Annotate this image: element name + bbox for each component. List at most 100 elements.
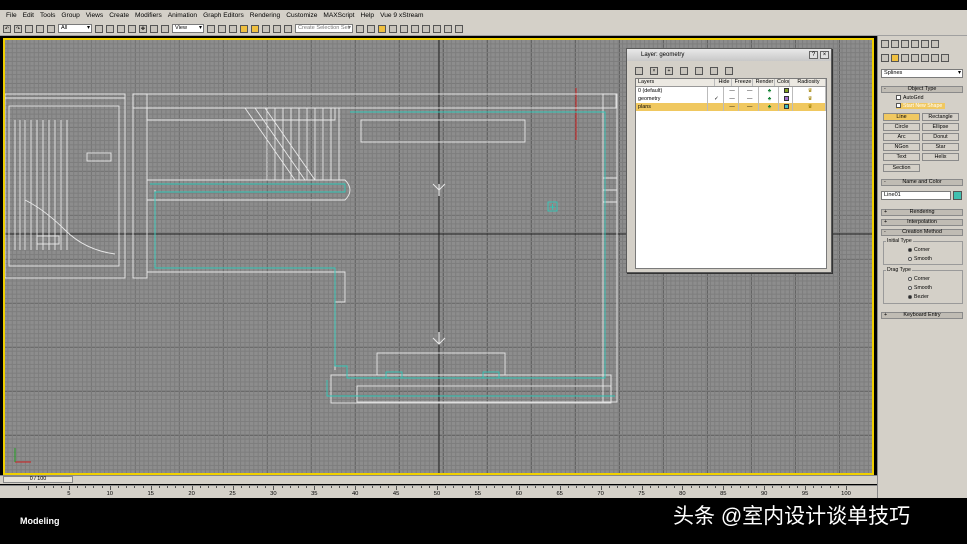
keyboard-shortcut-icon[interactable] — [229, 24, 237, 33]
select-by-name-icon[interactable] — [106, 24, 114, 33]
timeline-bar[interactable] — [0, 475, 877, 484]
motion-tab-icon[interactable] — [911, 40, 919, 48]
menu-item-rendering[interactable]: Rendering — [247, 10, 283, 22]
col-radiosity[interactable]: Radiosity — [790, 79, 826, 86]
schematic-view-icon[interactable] — [411, 24, 419, 33]
layer-color[interactable] — [779, 87, 794, 95]
snap-toggle-icon[interactable] — [240, 24, 248, 33]
render-setup-icon[interactable] — [433, 24, 441, 33]
menu-item-graph-editors[interactable]: Graph Editors — [200, 10, 247, 22]
ellipse-button[interactable]: Ellipse — [922, 123, 959, 131]
create-layer-icon[interactable] — [635, 67, 643, 75]
geometry-icon[interactable] — [881, 54, 889, 62]
menu-item-animation[interactable]: Animation — [165, 10, 200, 22]
start-new-shape-checkbox[interactable]: Start New Shape — [896, 103, 946, 109]
layer-row[interactable]: 0 (default) — — ♣ ♛ — [636, 87, 826, 95]
menu-item-create[interactable]: Create — [106, 10, 132, 22]
star-button[interactable]: Star — [922, 143, 959, 151]
modify-tab-icon[interactable] — [891, 40, 899, 48]
col-layers[interactable]: Layers — [636, 79, 715, 86]
arc-button[interactable]: Arc — [883, 133, 920, 141]
layer-color[interactable] — [779, 95, 794, 103]
rotate-icon[interactable] — [150, 24, 158, 33]
region-select-icon[interactable] — [117, 24, 125, 33]
menu-item-edit[interactable]: Edit — [20, 10, 37, 22]
layer-manager-icon[interactable] — [378, 24, 386, 33]
undo-icon[interactable]: ↶ — [3, 24, 11, 33]
layer-window-title[interactable]: Layer: geometry — [627, 49, 831, 61]
highlight-layer-icon[interactable] — [695, 67, 703, 75]
drag-bezier-radio[interactable]: Bezier — [908, 294, 929, 300]
manipulate-icon[interactable] — [218, 24, 226, 33]
material-editor-icon[interactable] — [422, 24, 430, 33]
pivot-icon[interactable] — [207, 24, 215, 33]
hide-all-icon[interactable] — [710, 67, 718, 75]
menu-item-help[interactable]: Help — [358, 10, 378, 22]
add-to-layer-icon[interactable]: + — [665, 67, 673, 75]
link-icon[interactable] — [25, 24, 33, 33]
delete-layer-icon[interactable]: × — [650, 67, 658, 75]
lights-icon[interactable] — [901, 54, 909, 62]
layer-freeze[interactable]: — — [739, 95, 759, 103]
mirror-icon[interactable] — [356, 24, 364, 33]
line-button[interactable]: Line — [883, 113, 920, 121]
donut-button[interactable]: Donut — [922, 133, 959, 141]
angle-snap-icon[interactable] — [251, 24, 259, 33]
time-slider[interactable]: 0 / 100 — [3, 476, 73, 483]
layer-current-check[interactable] — [708, 103, 724, 111]
edit-named-selection-icon[interactable] — [284, 24, 292, 33]
selection-filter-select[interactable]: All — [58, 24, 92, 33]
rollout-keyboard-entry[interactable]: + Keyboard Entry — [881, 312, 963, 319]
window-crossing-icon[interactable] — [128, 24, 136, 33]
layer-row[interactable]: geometry ✓ — — ♣ ♛ — [636, 95, 826, 103]
autogrid-checkbox[interactable]: AutoGrid — [896, 95, 923, 101]
spinner-snap-icon[interactable] — [273, 24, 281, 33]
layer-current-check[interactable]: ✓ — [708, 95, 724, 103]
drag-smooth-radio[interactable]: Smooth — [908, 285, 932, 291]
radiosity-icon[interactable]: ♛ — [793, 103, 826, 111]
initial-smooth-radio[interactable]: Smooth — [908, 256, 932, 262]
menu-item-views[interactable]: Views — [83, 10, 106, 22]
layer-hide[interactable]: — — [724, 87, 740, 95]
ngon-button[interactable]: NGon — [883, 143, 920, 151]
col-render[interactable]: Render — [753, 79, 775, 86]
render-teapot-icon[interactable]: ♣ — [759, 103, 780, 111]
object-color-swatch[interactable] — [953, 191, 962, 200]
rendered-frame-icon[interactable] — [444, 24, 452, 33]
rollout-interpolation[interactable]: + Interpolation — [881, 219, 963, 226]
radiosity-icon[interactable]: ♛ — [793, 87, 826, 95]
text-button[interactable]: Text — [883, 153, 920, 161]
help-icon[interactable]: ? — [809, 51, 818, 59]
menu-item-tools[interactable]: Tools — [37, 10, 58, 22]
col-hide[interactable]: Hide — [715, 79, 732, 86]
systems-icon[interactable] — [941, 54, 949, 62]
display-tab-icon[interactable] — [921, 40, 929, 48]
col-color[interactable]: Color — [775, 79, 790, 86]
freeze-all-icon[interactable] — [725, 67, 733, 75]
col-freeze[interactable]: Freeze — [732, 79, 753, 86]
menu-item-vue-9-xstream[interactable]: Vue 9 xStream — [377, 10, 426, 22]
radiosity-icon[interactable]: ♛ — [793, 95, 826, 103]
graphite-toolset-icon[interactable] — [389, 24, 397, 33]
rollout-name-and-color[interactable]: - Name and Color — [881, 179, 963, 186]
render-teapot-icon[interactable]: ♣ — [759, 95, 780, 103]
curve-editor-icon[interactable] — [400, 24, 408, 33]
category-select[interactable]: Splines — [881, 69, 963, 78]
layer-name[interactable]: plans — [636, 103, 709, 111]
initial-corner-radio[interactable]: Corner — [908, 247, 930, 253]
reference-coord-select[interactable]: View — [172, 24, 204, 33]
align-icon[interactable] — [367, 24, 375, 33]
object-name-input[interactable]: Line01 — [881, 191, 951, 200]
menu-item-customize[interactable]: Customize — [283, 10, 320, 22]
close-icon[interactable]: × — [820, 51, 829, 59]
layer-freeze[interactable]: — — [739, 87, 759, 95]
layer-name[interactable]: 0 (default) — [636, 87, 709, 95]
redo-icon[interactable]: ↷ — [14, 24, 22, 33]
bind-spacewarp-icon[interactable] — [47, 24, 55, 33]
helpers-icon[interactable] — [921, 54, 929, 62]
render-teapot-icon[interactable]: ♣ — [759, 87, 780, 95]
menu-item-group[interactable]: Group — [58, 10, 82, 22]
scale-icon[interactable] — [161, 24, 169, 33]
menu-item-file[interactable]: File — [3, 10, 20, 22]
circle-button[interactable]: Circle — [883, 123, 920, 131]
